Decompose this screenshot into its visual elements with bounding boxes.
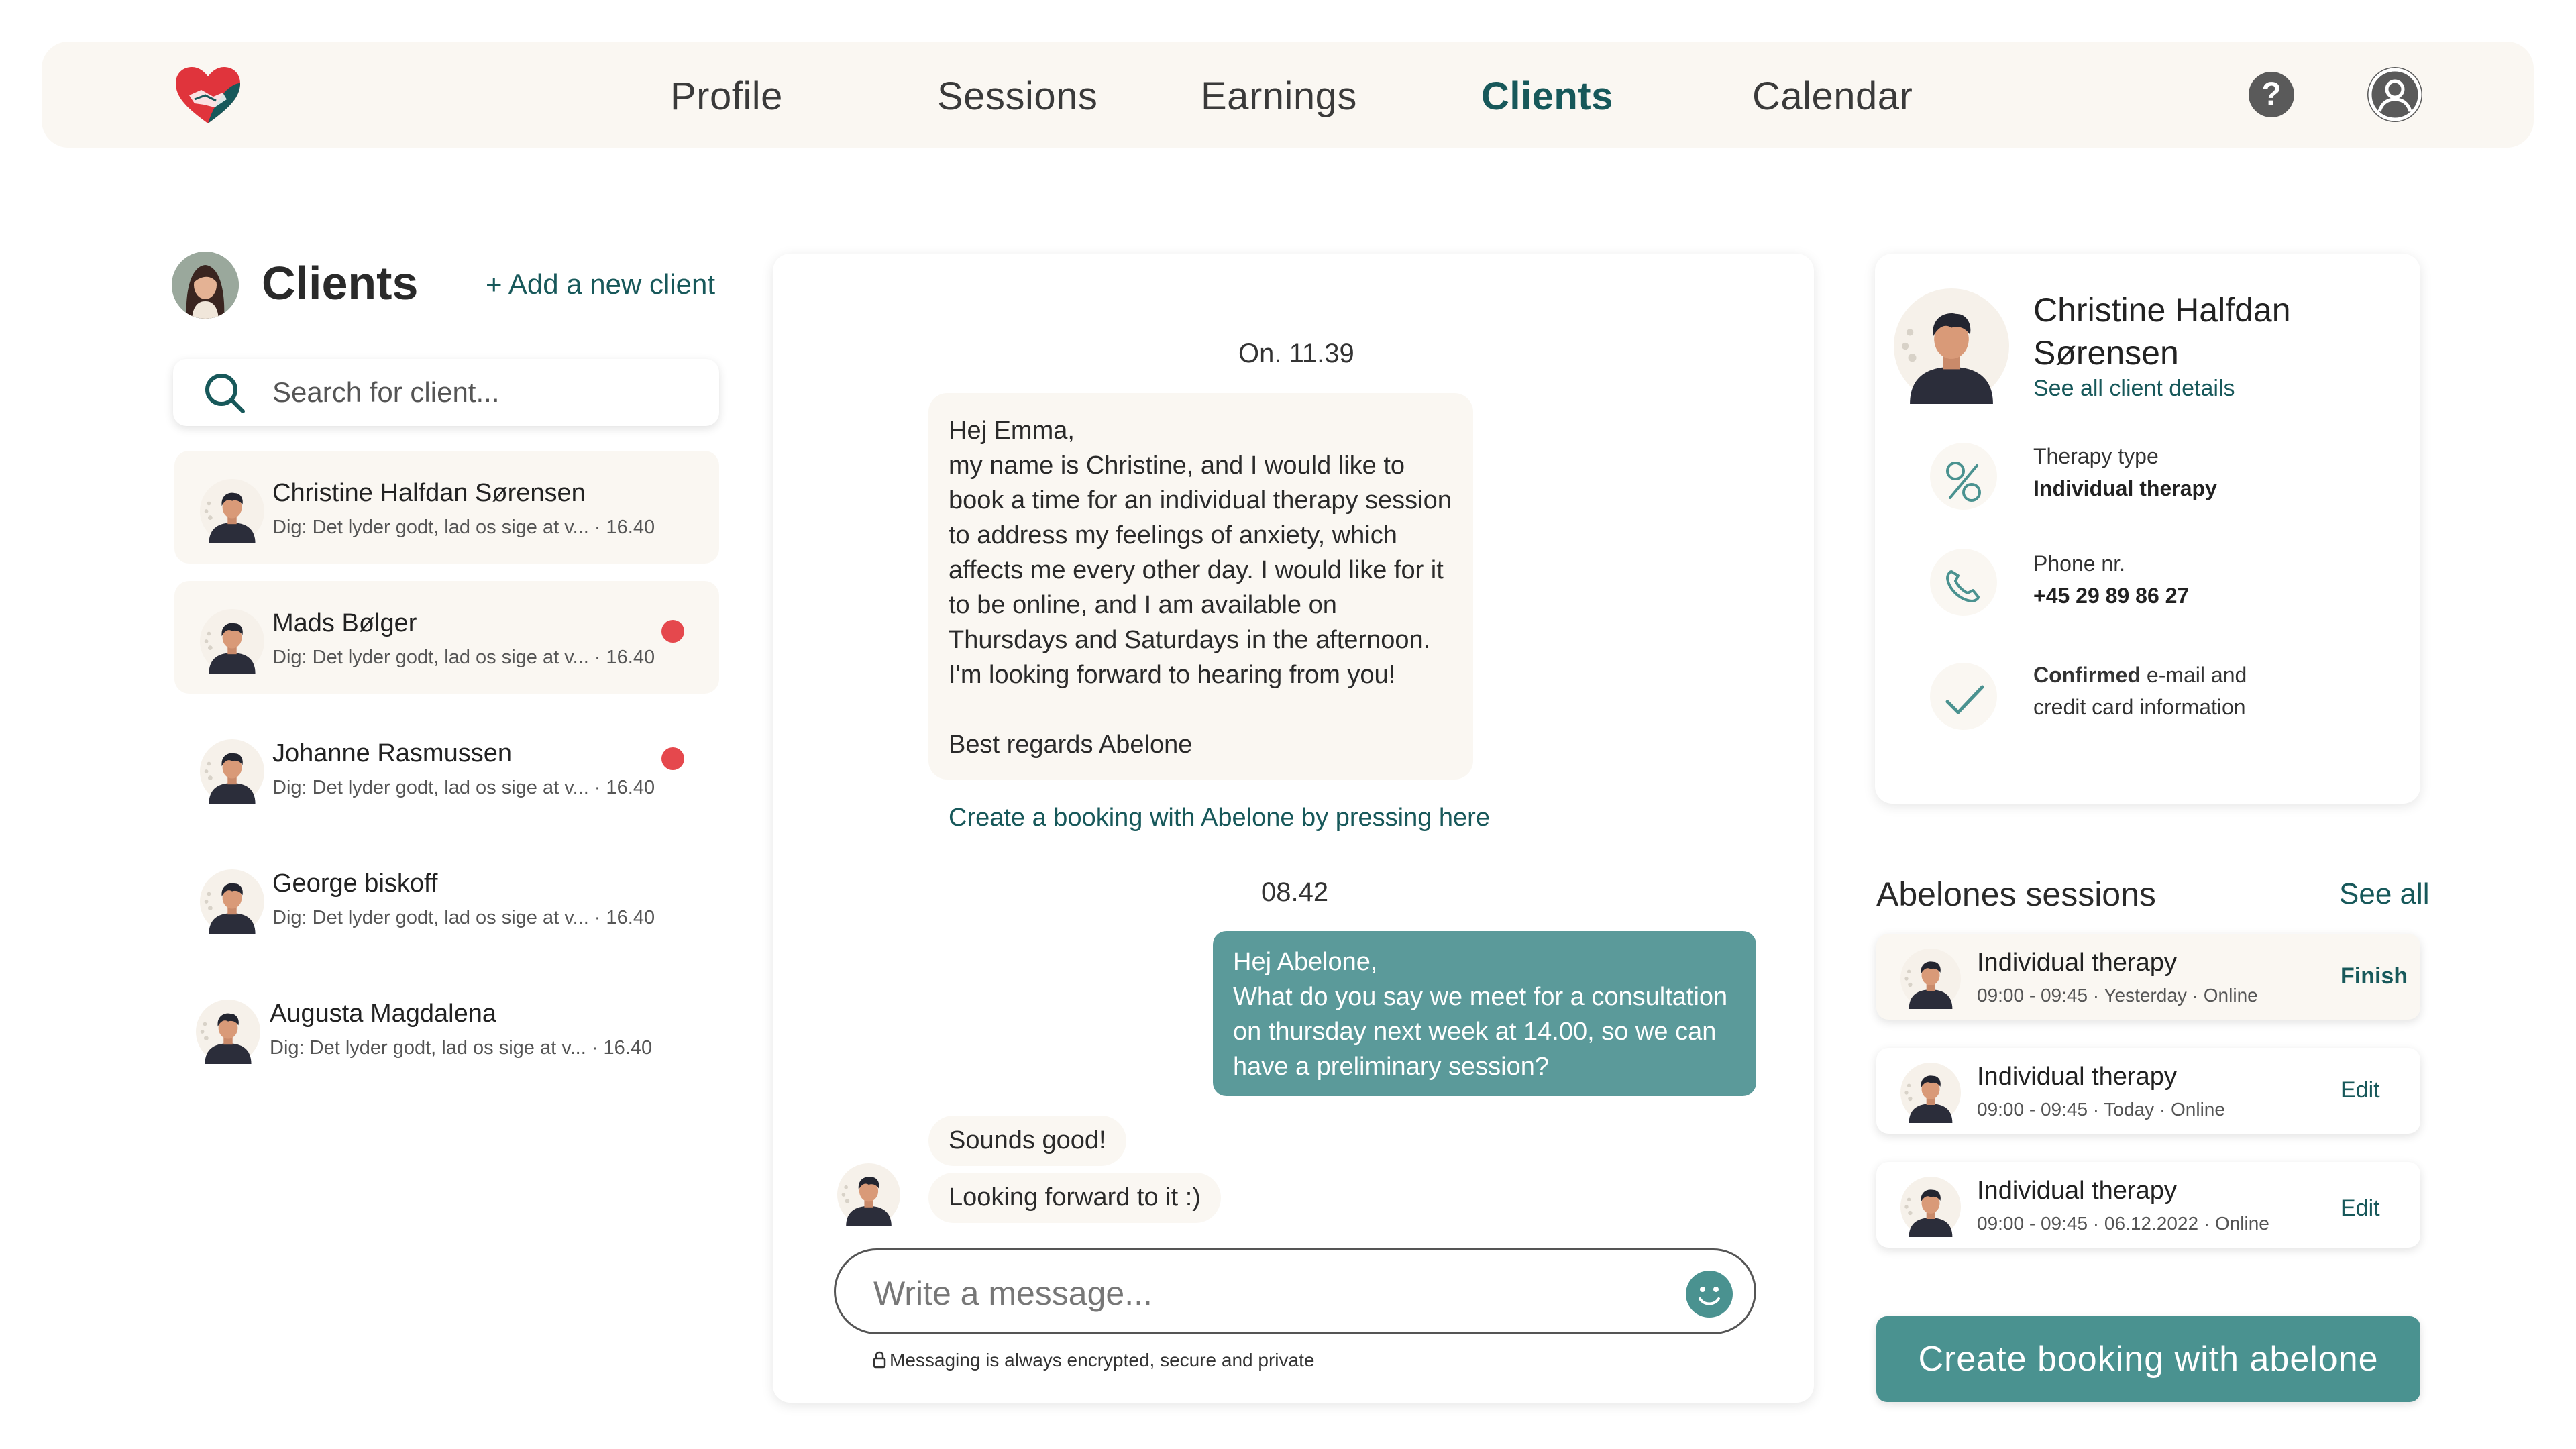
percent-icon (1930, 443, 1997, 510)
finish-session-button[interactable]: Finish (2341, 963, 2408, 989)
client-avatar (1900, 1063, 1961, 1123)
client-message-preview: Dig: Det lyder godt, lad os sige at v...… (272, 647, 655, 668)
session-item[interactable]: Individual therapy 09:00 - 09:45 · 06.12… (1876, 1162, 2420, 1248)
client-avatar (200, 479, 264, 543)
session-time: 09:00 - 09:45 · Today · Online (1977, 1099, 2225, 1120)
incoming-message: Hej Emma, my name is Christine, and I wo… (928, 393, 1473, 780)
client-message-preview: Dig: Det lyder godt, lad os sige at v...… (272, 907, 655, 928)
message-composer (834, 1248, 1756, 1334)
message-input[interactable] (873, 1273, 1611, 1313)
phone-icon (1930, 549, 1997, 616)
client-avatar (196, 1000, 260, 1064)
client-avatar (1900, 949, 1961, 1009)
clients-heading: Clients (262, 257, 419, 309)
unread-indicator (661, 620, 684, 643)
outgoing-message: Hej Abelone, What do you say we meet for… (1213, 931, 1756, 1096)
session-time: 09:00 - 09:45 · 06.12.2022 · Online (1977, 1213, 2269, 1234)
message-signoff: Best regards Abelone (949, 731, 1193, 759)
session-title: Individual therapy (1977, 949, 2177, 977)
create-booking-button[interactable]: Create booking with abelone (1876, 1316, 2420, 1402)
phone-value: +45 29 89 86 27 (2033, 584, 2190, 608)
search-icon[interactable] (204, 372, 246, 414)
nav-earnings[interactable]: Earnings (1201, 74, 1357, 119)
nav-calendar[interactable]: Calendar (1752, 74, 1913, 119)
nav-profile[interactable]: Profile (670, 74, 783, 119)
search-input[interactable] (272, 375, 688, 410)
add-new-client-link[interactable]: + Add a new client (486, 268, 715, 301)
unread-indicator (661, 747, 684, 770)
therapy-type-label: Therapy type (2033, 444, 2159, 468)
client-avatar (200, 739, 264, 804)
emoji-icon[interactable] (1686, 1271, 1733, 1318)
client-message-preview: Dig: Det lyder godt, lad os sige at v...… (272, 517, 655, 538)
client-avatar (837, 1163, 900, 1226)
therapist-avatar (172, 252, 239, 319)
help-icon[interactable]: ? (2249, 72, 2294, 117)
client-avatar (1900, 1177, 1961, 1237)
checkmark-icon (1930, 663, 1997, 730)
client-search-box (173, 359, 719, 426)
client-avatar (200, 869, 264, 934)
nav-clients[interactable]: Clients (1481, 74, 1613, 119)
client-list-item[interactable]: George biskoff Dig: Det lyder godt, lad … (174, 841, 719, 954)
session-item[interactable]: Individual therapy 09:00 - 09:45 · Today… (1876, 1048, 2420, 1134)
client-full-name: Christine Halfdan Sørensen (2033, 291, 2291, 372)
client-list-item[interactable]: Augusta Magdalena Dig: Det lyder godt, l… (174, 971, 719, 1084)
create-booking-link[interactable]: Create a booking with Abelone by pressin… (949, 804, 1490, 833)
client-message-preview: Dig: Det lyder godt, lad os sige at v...… (272, 777, 655, 798)
message-body: What do you say we meet for a consultati… (1233, 983, 1728, 1081)
client-name: Johanne Rasmussen (272, 739, 512, 767)
sessions-heading: Abelones sessions (1876, 875, 2156, 913)
message-greeting: Hej Abelone, (1233, 948, 1378, 976)
client-name: Mads Bølger (272, 609, 417, 637)
see-client-details-link[interactable]: See all client details (2033, 376, 2235, 402)
confirmed-info-line-1: Confirmed e-mail and (2033, 663, 2247, 687)
client-list-item[interactable]: Johanne Rasmussen Dig: Det lyder godt, l… (174, 711, 719, 824)
lock-icon (873, 1351, 886, 1368)
client-name: Christine Halfdan Sørensen (272, 479, 586, 507)
session-title: Individual therapy (1977, 1063, 2177, 1091)
see-all-sessions-link[interactable]: See all (2339, 877, 2430, 911)
session-item[interactable]: Individual therapy 09:00 - 09:45 · Yeste… (1876, 934, 2420, 1020)
edit-session-button[interactable]: Edit (2341, 1077, 2380, 1104)
message-greeting: Hej Emma, (949, 417, 1075, 445)
client-avatar (1894, 288, 2009, 404)
message-timestamp: 08.42 (1261, 877, 1329, 907)
user-icon[interactable] (2367, 67, 2422, 122)
top-navigation-bar: Profile Sessions Earnings Clients Calend… (42, 42, 2534, 148)
incoming-message: Sounds good! (928, 1116, 1126, 1166)
message-timestamp: On. 11.39 (1238, 339, 1354, 368)
client-name: Augusta Magdalena (270, 1000, 497, 1028)
client-avatar (200, 609, 264, 674)
client-message-preview: Dig: Det lyder godt, lad os sige at v...… (270, 1037, 653, 1059)
secure-messaging-note: Messaging is always encrypted, secure an… (872, 1350, 1314, 1371)
client-details-card: Christine Halfdan Sørensen See all clien… (1875, 254, 2420, 804)
nav-sessions[interactable]: Sessions (937, 74, 1097, 119)
client-list-item[interactable]: Christine Halfdan Sørensen Dig: Det lyde… (174, 451, 719, 564)
confirmed-info-line-2: credit card information (2033, 695, 2246, 719)
session-time: 09:00 - 09:45 · Yesterday · Online (1977, 985, 2258, 1006)
incoming-message: Looking forward to it :) (928, 1173, 1221, 1223)
client-name: George biskoff (272, 869, 438, 898)
phone-label: Phone nr. (2033, 551, 2125, 576)
edit-session-button[interactable]: Edit (2341, 1195, 2380, 1222)
session-title: Individual therapy (1977, 1177, 2177, 1205)
message-body: my name is Christine, and I would like t… (949, 451, 1452, 689)
client-list-item[interactable]: Mads Bølger Dig: Det lyder godt, lad os … (174, 581, 719, 694)
heart-handshake-logo[interactable] (174, 66, 241, 125)
therapy-type-value: Individual therapy (2033, 476, 2217, 500)
